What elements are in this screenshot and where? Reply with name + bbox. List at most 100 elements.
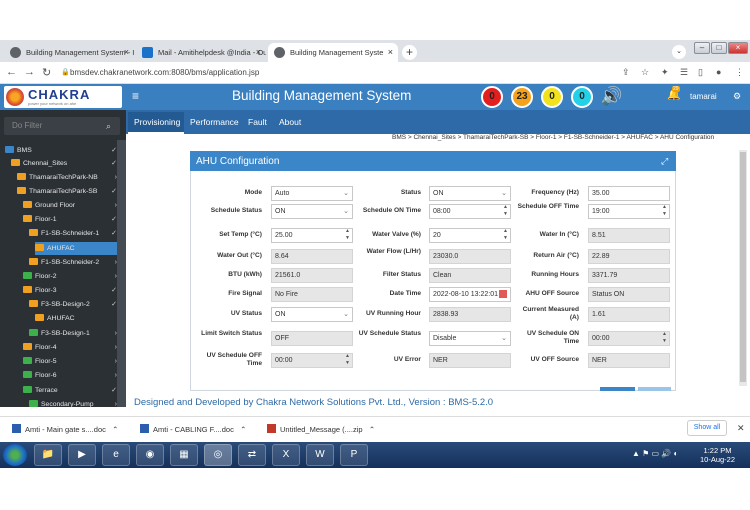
menu-performance[interactable]: Performance — [190, 117, 239, 127]
maximize-button[interactable]: □ — [711, 42, 727, 54]
sidebar-item[interactable]: Ground Floor › — [23, 199, 117, 212]
sidebar-item[interactable]: Floor-5 › — [23, 355, 117, 368]
chevron-down-icon[interactable]: ⌄ — [343, 187, 349, 200]
back-icon[interactable]: ← — [6, 66, 17, 78]
speaker-icon[interactable]: 🔊 — [600, 86, 622, 107]
filter-input[interactable]: Do Filter — [4, 117, 120, 135]
menu-fault[interactable]: Fault — [248, 117, 267, 127]
sidebar-item[interactable]: Chennai_Sites ✓ — [11, 157, 117, 170]
gear-icon[interactable]: ⚙ — [733, 91, 741, 102]
show-all-button[interactable]: Show all — [687, 420, 727, 436]
share-icon[interactable]: ⇪ — [622, 67, 630, 78]
field-input[interactable]: 19:00 ▲ ▼ — [588, 204, 670, 219]
tab-search-icon[interactable]: ⌄ — [672, 45, 686, 59]
sidebar-item[interactable]: F1-SB-Schneider-1 ✓ — [29, 227, 117, 240]
word-icon[interactable]: W — [306, 444, 334, 466]
new-tab-button[interactable]: + — [402, 45, 417, 60]
sidebar-item[interactable]: ThamaraiTechPark-NB › — [17, 171, 117, 184]
hamburger-icon[interactable]: ≡ — [132, 89, 139, 103]
field-input[interactable]: ON ⌄ — [271, 307, 353, 322]
close-icon[interactable]: ✕ — [737, 423, 745, 434]
chevron-up-icon[interactable]: ⌃ — [369, 425, 375, 434]
taskbar-clock[interactable]: 1:22 PM 10-Aug-22 — [700, 446, 735, 464]
alarm-critical-badge[interactable]: 0 — [481, 86, 503, 108]
alarm-warning-badge[interactable]: 0 — [571, 86, 593, 108]
stepper-icon[interactable]: ▲ ▼ — [503, 204, 508, 218]
save-button[interactable] — [600, 387, 635, 391]
chevron-down-icon[interactable]: ⌄ — [501, 332, 507, 345]
field-input[interactable]: 08:00 ▲ ▼ — [429, 204, 511, 219]
playlist-icon[interactable]: ☰ — [680, 67, 688, 78]
close-icon[interactable]: × — [124, 43, 129, 62]
sidepanel-icon[interactable]: ▯ — [698, 67, 703, 78]
user-name[interactable]: tamarai — [690, 92, 717, 101]
field-input[interactable]: ON ⌄ — [271, 204, 353, 219]
download-item-1[interactable]: Amti - Main gate s....doc ⌃ — [12, 424, 118, 434]
cancel-button[interactable] — [638, 387, 671, 391]
chevron-up-icon[interactable]: ⌃ — [240, 425, 246, 434]
chevron-down-icon[interactable]: ⌄ — [343, 205, 349, 218]
calendar-icon[interactable] — [499, 290, 507, 298]
extensions-icon[interactable]: ✦ — [661, 67, 669, 78]
field-input[interactable]: 25.00 ▲ ▼ — [271, 228, 353, 243]
browser-tab-2[interactable]: Mail - Amitihelpdesk @India - Ou × — [136, 43, 266, 62]
system-tray-icons[interactable]: ▲ ⚑ ▭ 🔊 ◐ — [632, 449, 678, 458]
alarm-minor-badge[interactable]: 0 — [541, 86, 563, 108]
sidebar-item[interactable]: Floor-4 › — [23, 341, 117, 354]
url-field[interactable]: 🔒 bmsdev.chakranetwork.com:8080/bms/appl… — [58, 65, 618, 81]
profile-icon[interactable]: ● — [716, 67, 721, 77]
sidebar-item[interactable]: Terrace ✓ — [23, 384, 117, 397]
field-input[interactable]: Auto ⌄ — [271, 186, 353, 201]
reload-icon[interactable]: ↻ — [42, 66, 51, 79]
stepper-icon[interactable]: ▲ ▼ — [345, 353, 350, 367]
stepper-icon[interactable]: ▲ ▼ — [345, 228, 350, 242]
stepper-icon[interactable]: ▲ ▼ — [662, 204, 667, 218]
powerpoint-icon[interactable]: P — [340, 444, 368, 466]
close-window-button[interactable]: × — [728, 42, 748, 54]
field-input[interactable]: 20 ▲ ▼ — [429, 228, 511, 243]
sidebar-item[interactable]: F3-SB-Design-2 ✓ — [29, 298, 117, 311]
chevron-down-icon[interactable]: ⌄ — [501, 187, 507, 200]
excel-icon[interactable]: X — [272, 444, 300, 466]
scrollbar-thumb[interactable] — [740, 152, 746, 382]
sidebar-item[interactable]: ThamaraiTechPark-SB ✓ — [17, 185, 117, 198]
field-input[interactable]: Disable ⌄ — [429, 331, 511, 346]
more-icon[interactable]: ⋮ — [735, 67, 744, 78]
sidebar-item[interactable]: F1-SB-Schneider-2 › — [29, 256, 117, 269]
sidebar-item[interactable]: Secondary-Pump › — [29, 398, 117, 411]
media-player-icon[interactable]: ▶ — [68, 444, 96, 466]
firefox-icon[interactable]: ◉ — [136, 444, 164, 466]
ie-icon[interactable]: e — [102, 444, 130, 466]
sidebar-item[interactable]: AHUFAC — [35, 312, 117, 325]
close-icon[interactable]: × — [256, 43, 261, 62]
sidebar-item[interactable]: Floor-6 › — [23, 369, 117, 382]
close-icon[interactable]: × — [388, 43, 393, 62]
chevron-down-icon[interactable]: ⌄ — [343, 308, 349, 321]
explorer-icon[interactable]: 📁 — [34, 444, 62, 466]
menu-about[interactable]: About — [279, 117, 301, 127]
teamviewer-icon[interactable]: ⇄ — [238, 444, 266, 466]
expand-icon[interactable]: ⤢ — [661, 156, 668, 167]
sidebar-item[interactable]: F3-SB-Design-1 › — [29, 327, 117, 340]
download-item-3[interactable]: Untitled_Message (....zip ⌃ — [267, 424, 375, 434]
chrome-icon[interactable]: ◎ — [204, 444, 232, 466]
search-icon[interactable]: ⌕ — [106, 121, 111, 132]
forward-icon[interactable]: → — [24, 66, 35, 78]
stepper-icon[interactable]: ▲ ▼ — [662, 331, 667, 345]
start-button[interactable] — [3, 444, 27, 466]
sidebar-item[interactable]: Floor-2 › — [23, 270, 117, 283]
stepper-icon[interactable]: ▲ ▼ — [503, 228, 508, 242]
browser-tab-3[interactable]: Building Management Syste × — [268, 43, 398, 62]
field-input[interactable]: ON ⌄ — [429, 186, 511, 201]
sidebar-item[interactable]: Floor-1 ✓ — [23, 213, 117, 226]
download-item-2[interactable]: Amti - CABLING F....doc ⌃ — [140, 424, 246, 434]
minimize-button[interactable]: – — [694, 42, 710, 54]
menu-provisioning[interactable]: Provisioning — [134, 117, 180, 127]
alarm-major-badge[interactable]: 23 — [511, 86, 533, 108]
sidebar-scrollbar[interactable] — [117, 140, 126, 407]
field-input[interactable]: 35.00 — [588, 186, 670, 201]
calculator-icon[interactable]: ▦ — [170, 444, 198, 466]
star-icon[interactable]: ☆ — [641, 67, 649, 78]
sidebar-item[interactable]: BMS ✓ — [5, 144, 117, 157]
chevron-up-icon[interactable]: ⌃ — [112, 425, 118, 434]
